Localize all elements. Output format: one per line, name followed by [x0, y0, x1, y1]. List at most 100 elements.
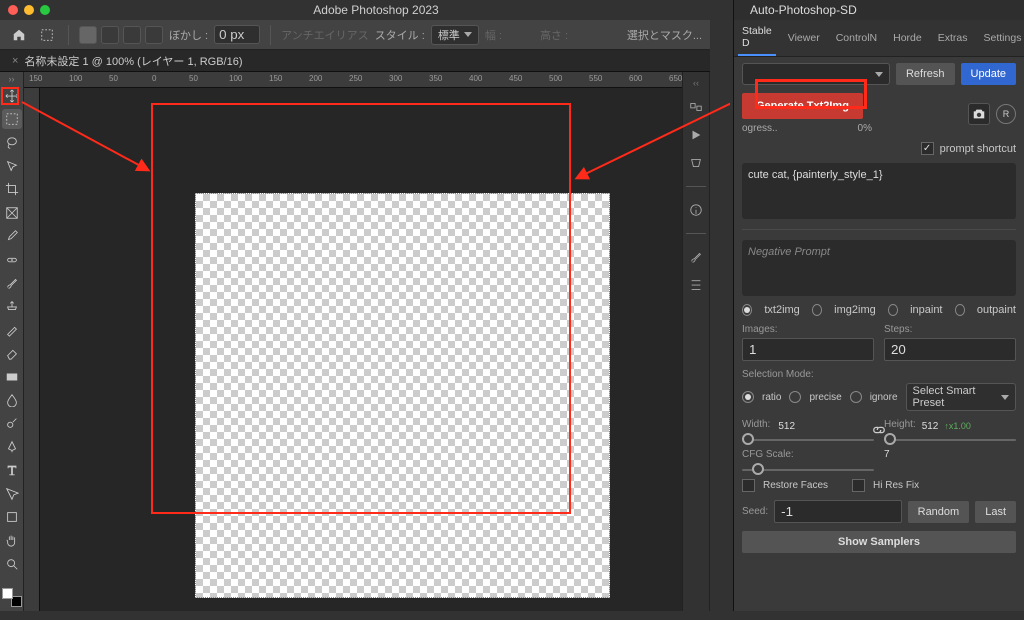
images-input[interactable]	[742, 338, 874, 361]
path-tool[interactable]	[2, 484, 22, 503]
move-tool[interactable]	[2, 86, 22, 105]
options-bar: ぼかし : アンチエイリアス スタイル : 標準 幅 : 高さ : 選択とマスク…	[0, 20, 710, 50]
foreground-background-colors[interactable]	[2, 588, 22, 607]
pen-tool[interactable]	[2, 437, 22, 456]
mode-txt2img[interactable]	[742, 304, 752, 316]
selmode-ratio[interactable]	[742, 391, 754, 403]
gradient-tool[interactable]	[2, 367, 22, 386]
brush-tool[interactable]	[2, 273, 22, 292]
panel-title: Auto-Photoshop-SD	[742, 0, 865, 21]
selection-mode-buttons	[79, 26, 163, 44]
random-button[interactable]: Random	[908, 501, 970, 523]
eraser-tool[interactable]	[2, 343, 22, 362]
titlebar: Adobe Photoshop 2023	[0, 0, 710, 20]
mode-inpaint[interactable]	[888, 304, 898, 316]
hires-fix-checkbox[interactable]	[852, 479, 865, 492]
steps-label: Steps:	[884, 324, 1016, 335]
app-title: Adobe Photoshop 2023	[50, 3, 702, 17]
frame-tool[interactable]	[2, 203, 22, 222]
style-label: スタイル :	[375, 27, 425, 43]
style-select[interactable]: 標準	[431, 25, 479, 45]
marquee-icon[interactable]	[36, 24, 58, 46]
quick-select-tool[interactable]	[2, 156, 22, 175]
steps-input[interactable]	[884, 338, 1016, 361]
tab-close-icon[interactable]: ×	[12, 55, 18, 67]
refresh-button[interactable]: Refresh	[896, 63, 955, 85]
feather-input[interactable]	[214, 25, 260, 44]
healing-brush-tool[interactable]	[2, 250, 22, 269]
camera-icon[interactable]	[968, 103, 990, 125]
tab-controlnet[interactable]: ControlN	[832, 27, 881, 49]
selmode-precise[interactable]	[789, 391, 801, 403]
crop-tool[interactable]	[2, 180, 22, 199]
brush-panel-icon[interactable]	[687, 248, 705, 266]
traffic-lights[interactable]	[8, 5, 50, 15]
height-slider[interactable]	[884, 439, 1016, 441]
lasso-tool[interactable]	[2, 133, 22, 152]
images-label: Images:	[742, 324, 874, 335]
mode-outpaint[interactable]	[955, 304, 965, 316]
width-slider[interactable]	[742, 439, 874, 441]
home-icon[interactable]	[8, 24, 30, 46]
fullscreen-window[interactable]	[40, 5, 50, 15]
show-samplers-button[interactable]: Show Samplers	[742, 531, 1016, 553]
type-tool[interactable]	[2, 461, 22, 480]
panel-tabs: Stable D Viewer ControlN Horde Extras Se…	[734, 20, 1024, 57]
feather-label: ぼかし :	[169, 27, 208, 43]
tab-horde[interactable]: Horde	[889, 27, 926, 49]
link-icon[interactable]	[872, 423, 886, 440]
generate-button[interactable]: Generate Txt2Img	[742, 93, 863, 119]
tab-strip: × 名称未設定 1 @ 100% (レイヤー 1, RGB/16)	[0, 50, 710, 72]
smart-preset-select[interactable]: Select Smart Preset	[906, 383, 1016, 411]
seed-input[interactable]	[774, 500, 901, 523]
clone-stamp-tool[interactable]	[2, 297, 22, 316]
select-and-mask[interactable]: 選択とマスク...	[627, 27, 702, 43]
zoom-tool[interactable]	[2, 554, 22, 573]
brush-settings-icon[interactable]	[687, 276, 705, 294]
history-brush-tool[interactable]	[2, 320, 22, 339]
tab-settings[interactable]: Settings	[980, 27, 1024, 49]
color-panel-icon[interactable]	[687, 98, 705, 116]
restore-faces-checkbox[interactable]	[742, 479, 755, 492]
model-dropdown[interactable]	[742, 63, 890, 85]
tab-extras[interactable]: Extras	[934, 27, 972, 49]
selection-new[interactable]	[79, 26, 97, 44]
play-icon[interactable]	[687, 126, 705, 144]
last-button[interactable]: Last	[975, 501, 1016, 523]
eyedropper-tool[interactable]	[2, 226, 22, 245]
prompt-input[interactable]: cute cat, {painterly_style_1}	[742, 163, 1016, 219]
ruler-vertical	[24, 88, 40, 611]
tab-stable-d[interactable]: Stable D	[738, 20, 776, 56]
document-tab[interactable]: 名称未設定 1 @ 100% (レイヤー 1, RGB/16)	[24, 53, 242, 69]
hand-tool[interactable]	[2, 531, 22, 550]
tool-strip: ››	[0, 72, 24, 611]
selection-add[interactable]	[101, 26, 119, 44]
minimize-window[interactable]	[24, 5, 34, 15]
ruler-horizontal: 150 100 50 0 50 100 150 200 250 300 350 …	[24, 72, 682, 88]
width-label: 幅 :	[485, 27, 502, 43]
canvas-document[interactable]	[195, 193, 610, 598]
selmode-ignore[interactable]	[850, 391, 862, 403]
tab-viewer[interactable]: Viewer	[784, 27, 824, 49]
height-label: 高さ :	[540, 27, 568, 43]
dodge-tool[interactable]	[2, 414, 22, 433]
cfg-slider[interactable]	[742, 469, 874, 471]
reset-icon[interactable]: R	[996, 104, 1016, 124]
prompt-shortcut-label: prompt shortcut	[940, 143, 1016, 155]
selection-mode-label: Selection Mode:	[742, 369, 1016, 380]
shape-tool[interactable]	[2, 507, 22, 526]
update-button[interactable]: Update	[961, 63, 1016, 85]
selection-intersect[interactable]	[145, 26, 163, 44]
antialias-label: アンチエイリアス	[281, 27, 369, 43]
blur-tool[interactable]	[2, 390, 22, 409]
info-icon[interactable]	[687, 201, 705, 219]
marquee-tool[interactable]	[2, 109, 22, 128]
artboard[interactable]	[40, 88, 682, 611]
prompt-shortcut-checkbox[interactable]	[921, 142, 934, 155]
close-window[interactable]	[8, 5, 18, 15]
swatch-icon[interactable]	[687, 154, 705, 172]
mode-img2img[interactable]	[812, 304, 822, 316]
selection-subtract[interactable]	[123, 26, 141, 44]
canvas-area: 150 100 50 0 50 100 150 200 250 300 350 …	[24, 72, 682, 611]
negative-prompt-input[interactable]: Negative Prompt	[742, 240, 1016, 296]
